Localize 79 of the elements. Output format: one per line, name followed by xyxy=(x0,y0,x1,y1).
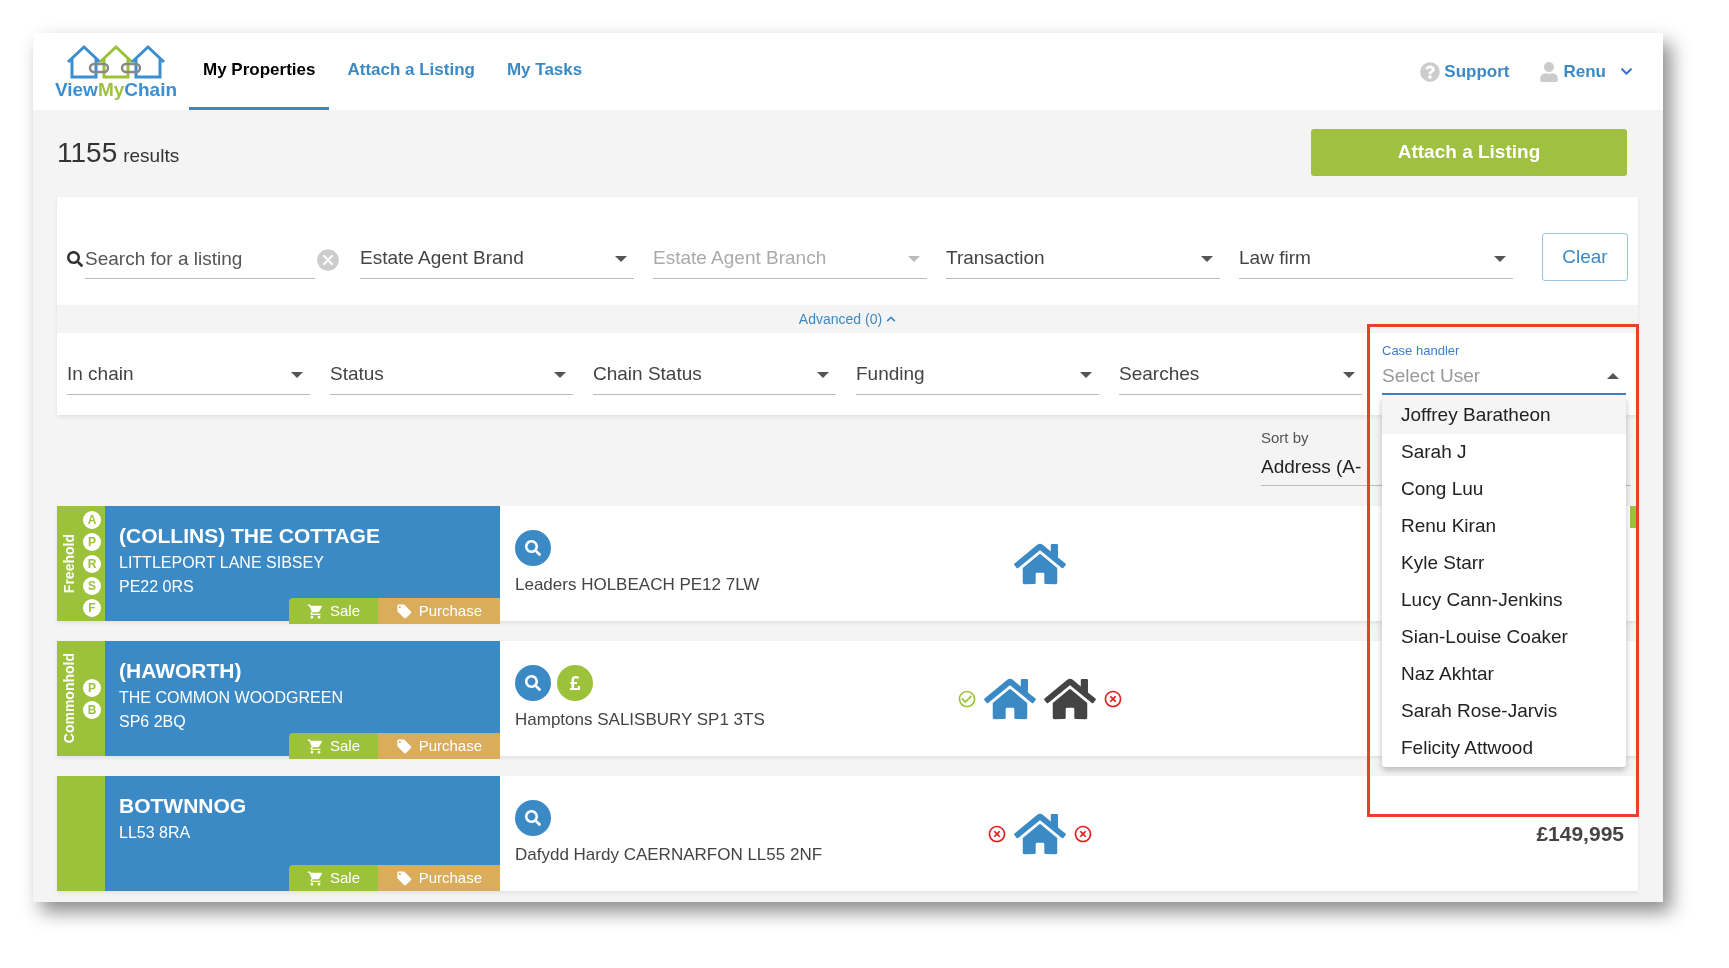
tenure-label: Commonhold xyxy=(60,653,78,744)
listing-title: (HAWORTH) xyxy=(119,658,243,684)
purchase-tag: Purchase xyxy=(378,733,500,759)
listing-title: BOTWNNOG xyxy=(119,793,248,819)
search-field[interactable]: Search for a listing xyxy=(85,239,315,279)
user-option[interactable]: Cong Luu xyxy=(1382,471,1626,508)
dropdown-caret-icon xyxy=(1607,373,1619,379)
chevron-up-icon xyxy=(886,314,897,324)
letter-badge: F xyxy=(83,598,101,617)
filter-select[interactable]: Chain Status xyxy=(593,355,836,395)
dropdown-caret-icon xyxy=(554,371,566,378)
nav-tab[interactable]: Attach a Listing xyxy=(333,33,489,110)
sale-tag: Sale xyxy=(288,598,378,624)
dropdown-caret-icon xyxy=(1343,371,1355,378)
dropdown-caret-icon xyxy=(1494,255,1506,262)
address-line: THE COMMON WOODGREEN xyxy=(119,688,344,708)
address-line: SP6 2BQ xyxy=(119,712,187,732)
price-text: £149,995 xyxy=(1536,820,1624,847)
tag-icon xyxy=(396,869,413,887)
filter-select[interactable]: Transaction xyxy=(946,239,1220,279)
sort-select[interactable]: Address (A- xyxy=(1261,449,1379,486)
logo-text: ViewMyChain xyxy=(54,80,178,99)
estate-agent-text: Leaders HOLBEACH PE12 7LW xyxy=(515,573,761,596)
cart-icon xyxy=(306,869,324,887)
dropdown-caret-icon xyxy=(615,255,627,262)
nav-tab[interactable]: My Properties xyxy=(189,33,330,110)
cart-icon xyxy=(306,737,324,755)
user-menu[interactable]: Renu xyxy=(1539,58,1633,85)
address-line: LL53 8RA xyxy=(119,823,192,843)
address-line: PE22 0RS xyxy=(119,577,195,597)
listing-card[interactable]: BOTWNNOG LL53 8RA Sale Purchase Dafydd Hardy CAERNARFON LL55 2NF £149,995 xyxy=(57,776,1638,891)
filter-select[interactable]: Searches xyxy=(1119,355,1362,395)
cart-icon xyxy=(306,602,324,620)
case-handler-label: Case handler xyxy=(1382,343,1461,359)
tag-icon xyxy=(396,737,413,755)
filter-select[interactable]: In chain xyxy=(67,355,310,395)
letter-badge: A xyxy=(83,510,101,529)
user-option[interactable]: Renu Kiran xyxy=(1382,508,1626,545)
letter-badge: P xyxy=(83,532,101,551)
user-option[interactable]: Naz Akhtar xyxy=(1382,656,1626,693)
purchase-tag: Purchase xyxy=(378,865,500,891)
clear-button[interactable]: Clear xyxy=(1542,233,1628,281)
tag-icon xyxy=(396,602,413,620)
tenure-label: Freehold xyxy=(60,533,78,594)
dropdown-caret-icon xyxy=(1201,255,1213,262)
search-icon xyxy=(67,251,83,267)
filter-select[interactable]: Law firm xyxy=(1239,239,1513,279)
estate-agent-text: Hamptons SALISBURY SP1 3TS xyxy=(515,708,766,731)
letter-badge: R xyxy=(83,554,101,573)
sale-tag: Sale xyxy=(288,865,378,891)
filter-select[interactable]: Funding xyxy=(856,355,1099,395)
sale-tag: Sale xyxy=(288,733,378,759)
dropdown-caret-icon xyxy=(1080,371,1092,378)
dropdown-caret-icon xyxy=(908,255,920,262)
purchase-tag: Purchase xyxy=(378,598,500,624)
user-option[interactable]: Joffrey Baratheon xyxy=(1382,397,1626,434)
chevron-down-icon xyxy=(1620,65,1633,78)
letter-badge: S xyxy=(83,576,101,595)
user-option[interactable]: Sarah J xyxy=(1382,434,1626,471)
support-link[interactable]: Support xyxy=(1420,58,1510,85)
dropdown-caret-icon xyxy=(817,371,829,378)
logo-houses-icon xyxy=(64,44,168,80)
letter-badge: B xyxy=(83,700,101,719)
dropdown-caret-icon xyxy=(291,371,303,378)
listing-title: (COLLINS) THE COTTAGE xyxy=(119,523,381,549)
user-silhouette-icon xyxy=(1539,61,1558,82)
nav-tab[interactable]: My Tasks xyxy=(492,33,597,110)
address-line: LITTLEPORT LANE SIBSEY xyxy=(119,553,325,573)
sort-by-label: Sort by xyxy=(1261,428,1310,448)
advanced-toggle[interactable]: Advanced (0) xyxy=(798,308,897,330)
user-option[interactable]: Kyle Starr xyxy=(1382,545,1626,582)
results-count: 1155 xyxy=(57,135,118,170)
results-label: results xyxy=(123,143,180,168)
filter-select[interactable]: Status xyxy=(330,355,573,395)
user-option[interactable]: Sarah Rose-Jarvis xyxy=(1382,693,1626,730)
filter-select[interactable]: Estate Agent Brand xyxy=(360,239,634,279)
estate-agent-text: Dafydd Hardy CAERNARFON LL55 2NF xyxy=(515,843,824,866)
user-option[interactable]: Lucy Cann-Jenkins xyxy=(1382,582,1626,619)
letter-badge: P xyxy=(83,678,101,697)
